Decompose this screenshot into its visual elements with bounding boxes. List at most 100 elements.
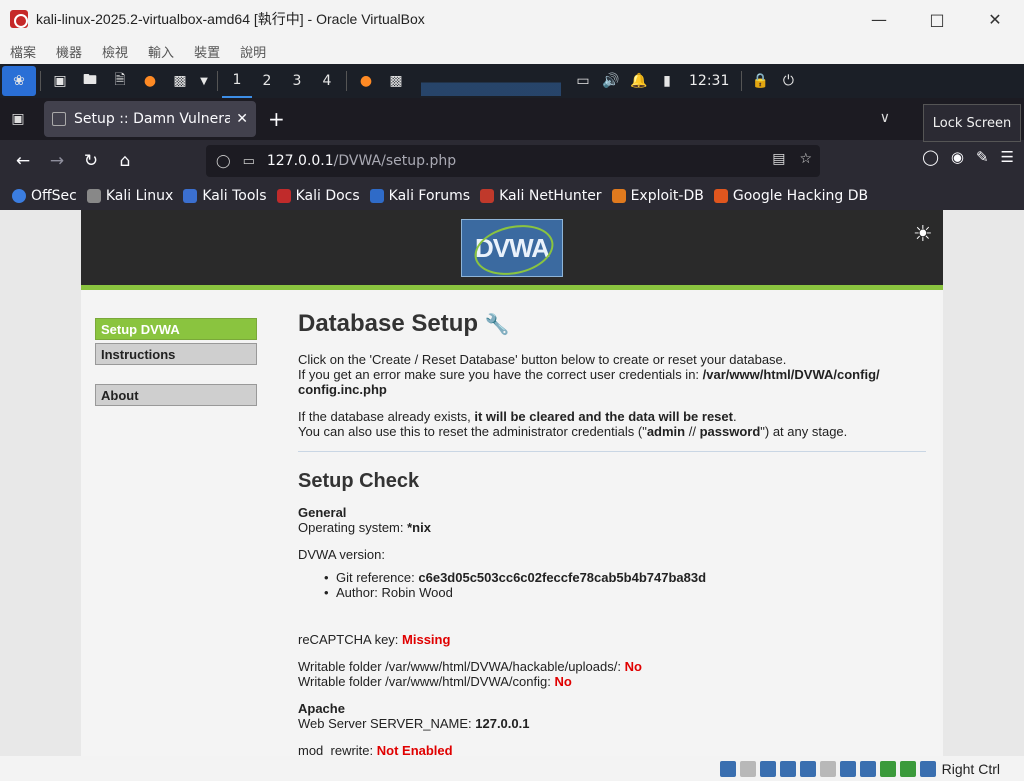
list-all-tabs-icon[interactable]: ∨ [880, 110, 890, 126]
cpu-icon[interactable] [879, 760, 896, 777]
recording-icon[interactable] [859, 760, 876, 777]
bookmark-kali-linux[interactable]: Kali Linux [86, 188, 174, 204]
page-title-text: Database Setup [298, 310, 479, 337]
url-bar[interactable]: ◯ ▭ 127.0.0.1 /DVWA/setup.php ▤ ☆ [206, 145, 820, 177]
config-writable-status: No [554, 674, 572, 689]
shield-icon[interactable]: ◯ [216, 154, 231, 169]
offsec-icon [12, 189, 26, 203]
menu-file[interactable]: 檔案 [10, 42, 36, 61]
dvwa-logo[interactable]: DVWA [461, 219, 563, 277]
bookmark-kali-nethunter[interactable]: Kali NetHunter [480, 188, 602, 204]
theme-toggle-icon[interactable]: ☀ [913, 222, 939, 248]
workspace-2[interactable]: 2 [252, 64, 282, 98]
panel-separator [217, 71, 218, 91]
audio-icon[interactable] [759, 760, 776, 777]
battery-icon[interactable]: ▮ [653, 64, 681, 98]
bookmark-kali-tools[interactable]: Kali Tools [183, 188, 267, 204]
maximize-button[interactable]: □ [908, 0, 966, 38]
menu-hamburger-icon[interactable]: ☰ [1001, 148, 1014, 166]
dvwa-logo-text: DVWA [475, 232, 550, 263]
usb-icon[interactable] [799, 760, 816, 777]
bookmark-kali-docs[interactable]: Kali Docs [276, 188, 360, 204]
dvwa-page: DVWA ☀ Setup DVWA Instructions About Dat… [81, 210, 943, 756]
network-icon[interactable] [779, 760, 796, 777]
account-icon[interactable]: ◉ [951, 148, 964, 166]
kali-docs-icon [276, 189, 291, 203]
hard-disk-icon[interactable] [719, 760, 736, 777]
menu-input[interactable]: 輸入 [148, 42, 174, 61]
volume-icon[interactable]: 🔊 [597, 64, 625, 98]
page-info-icon[interactable]: ▭ [243, 154, 255, 169]
bookmark-kali-forums[interactable]: Kali Forums [369, 188, 470, 204]
menu-help[interactable]: 說明 [240, 42, 266, 61]
intro-paragraph: Click on the 'Create / Reset Database' b… [298, 352, 926, 397]
text-editor-icon[interactable]: 🗎 [105, 64, 135, 98]
tab-dvwa-setup[interactable]: Setup :: Damn Vulnerable ✕ [44, 101, 256, 137]
firefox-navbar: ← → ↻ ⌂ ◯ ▭ 127.0.0.1 /DVWA/setup.php ▤ … [0, 140, 1024, 182]
intro-line-2: If you get an error make sure you have t… [298, 367, 703, 382]
mouse-integration-icon[interactable] [919, 760, 936, 777]
firefox-window-icon[interactable]: ● [351, 64, 381, 98]
pocket-icon[interactable]: ◯ [922, 148, 939, 166]
reload-button[interactable]: ↻ [74, 144, 108, 178]
lock-icon[interactable]: 🔒 [746, 64, 774, 98]
bookmark-google-hacking-db[interactable]: Google Hacking DB [713, 188, 868, 204]
list-item: Git reference: c6e3d05c503cc6c02feccfe78… [324, 570, 926, 585]
menu-devices[interactable]: 裝置 [194, 42, 220, 61]
host-key-label: Right Ctrl [941, 760, 1000, 777]
extensions-icon[interactable]: ✎ [976, 148, 989, 166]
workspace-4[interactable]: 4 [312, 64, 342, 98]
close-tab-icon[interactable]: ✕ [236, 111, 248, 127]
bookmark-star-icon[interactable]: ☆ [799, 151, 812, 167]
menu-machine[interactable]: 機器 [56, 42, 82, 61]
optical-drive-icon[interactable] [739, 760, 756, 777]
workspace-3[interactable]: 3 [282, 64, 312, 98]
display-icon[interactable] [839, 760, 856, 777]
guest-additions-icon[interactable] [899, 760, 916, 777]
forward-button[interactable]: → [40, 144, 74, 178]
back-button[interactable]: ← [6, 144, 40, 178]
workspace-1[interactable]: 1 [222, 64, 252, 98]
minimize-button[interactable]: — [850, 0, 908, 38]
menu-view[interactable]: 檢視 [102, 42, 128, 61]
file-manager-icon[interactable]: 🖿 [75, 64, 105, 98]
dvwa-sidebar-menu: Setup DVWA Instructions About [95, 318, 257, 409]
uploads-label: Writable folder /var/www/html/DVWA/hacka… [298, 659, 625, 674]
virtualbox-app-icon [10, 10, 28, 28]
exploit-db-icon [611, 189, 626, 203]
shared-folders-icon[interactable] [819, 760, 836, 777]
cpu-graph [421, 66, 561, 96]
menu-about[interactable]: About [95, 384, 257, 406]
panel-clock[interactable]: 12:31 [689, 73, 729, 89]
bookmark-label: Kali Linux [105, 188, 174, 204]
chevron-down-icon[interactable]: ▼ [195, 64, 213, 98]
bookmark-label: OffSec [31, 188, 77, 204]
desktop-icon[interactable]: ▣ [45, 64, 75, 98]
config-writable-label: Writable folder /var/www/html/DVWA/confi… [298, 674, 555, 689]
new-tab-button[interactable]: + [268, 107, 285, 131]
os-label: Operating system: [298, 520, 408, 535]
home-button[interactable]: ⌂ [108, 144, 142, 178]
menu-instructions[interactable]: Instructions [95, 343, 257, 365]
apache-section: Apache Web Server SERVER_NAME: 127.0.0.1 [298, 701, 926, 731]
wrench-icon: 🔧 [484, 314, 510, 336]
firefox-tabstrip: ▣ Setup :: Damn Vulnerable ✕ + ∨ [0, 98, 1024, 140]
power-icon[interactable]: ⏻ [774, 64, 802, 98]
firefox-view-icon[interactable]: ▣ [0, 111, 36, 127]
firefox-launcher-icon[interactable]: ● [135, 64, 165, 98]
url-path: /DVWA/setup.php [333, 153, 457, 169]
bookmark-offsec[interactable]: OffSec [12, 188, 77, 204]
terminal-launcher-icon[interactable]: ▩ [165, 64, 195, 98]
kali-menu-icon[interactable]: ❀ [2, 66, 36, 96]
terminal-window-icon[interactable]: ▩ [381, 64, 411, 98]
bookmark-exploit-db[interactable]: Exploit-DB [611, 188, 704, 204]
close-button[interactable]: ✕ [966, 0, 1024, 38]
exists-bold: it will be cleared and the data will be … [474, 409, 733, 424]
reader-view-icon[interactable]: ▤ [772, 151, 785, 167]
display-icon[interactable]: ▭ [569, 64, 597, 98]
writable-rows: Writable folder /var/www/html/DVWA/hacka… [298, 659, 926, 689]
notification-bell-icon[interactable]: 🔔 [625, 64, 653, 98]
kali-dragon-icon [86, 189, 101, 203]
menu-setup-dvwa[interactable]: Setup DVWA [95, 318, 257, 340]
git-label: Git reference: [336, 570, 419, 585]
